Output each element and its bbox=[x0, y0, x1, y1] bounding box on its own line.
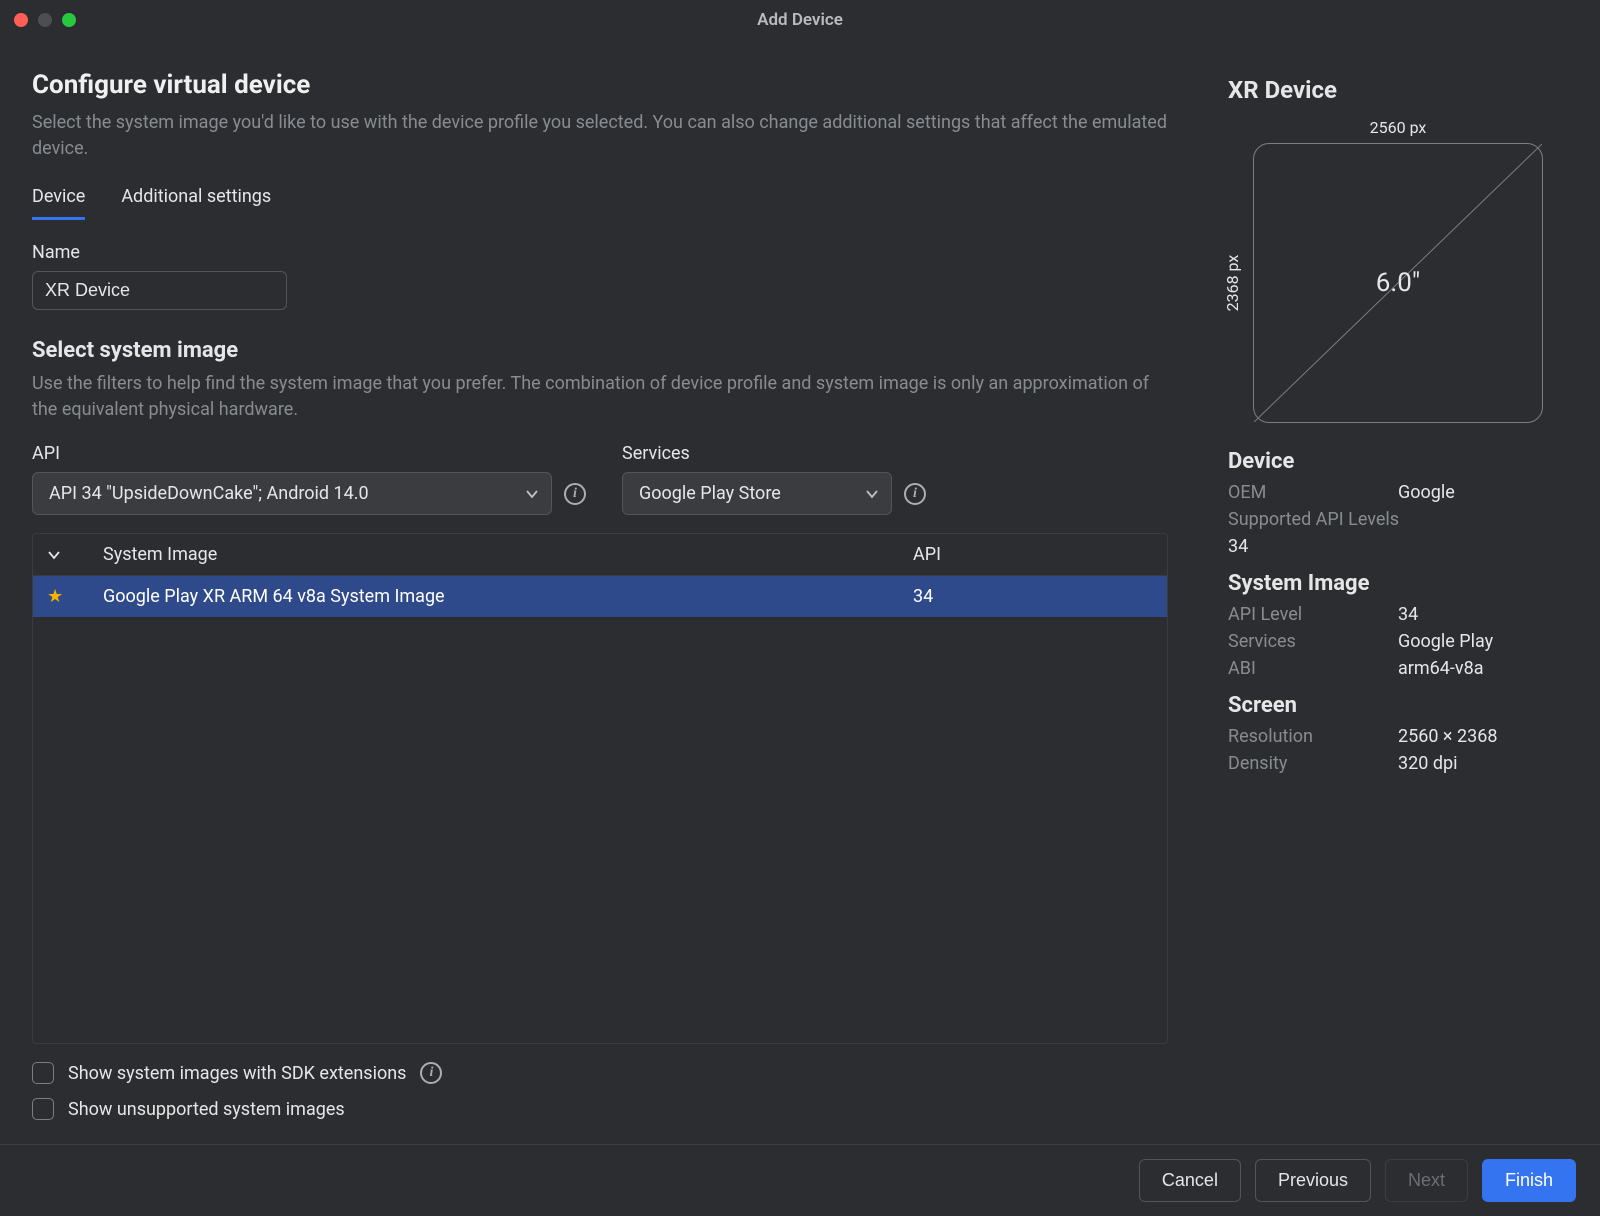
services-key: Services bbox=[1228, 631, 1398, 652]
previous-button[interactable]: Previous bbox=[1255, 1159, 1371, 1202]
screen-heading: Screen bbox=[1228, 693, 1568, 718]
finish-button[interactable]: Finish bbox=[1482, 1159, 1576, 1202]
name-label: Name bbox=[32, 242, 1168, 263]
titlebar: Add Device bbox=[0, 0, 1600, 40]
name-input[interactable] bbox=[32, 271, 287, 310]
services-filter-dropdown[interactable]: Google Play Store bbox=[622, 472, 892, 515]
side-title: XR Device bbox=[1228, 76, 1568, 104]
tabs: Device Additional settings bbox=[32, 186, 1168, 220]
table-header: System Image API bbox=[33, 534, 1167, 576]
system-image-table: System Image API ★ Google Play XR ARM 64… bbox=[32, 533, 1168, 1044]
oem-value: Google bbox=[1398, 482, 1568, 503]
supported-api-value: 34 bbox=[1228, 536, 1568, 557]
table-row[interactable]: ★ Google Play XR ARM 64 v8a System Image… bbox=[33, 576, 1167, 617]
close-window-icon[interactable] bbox=[14, 13, 28, 27]
window-title: Add Device bbox=[757, 10, 843, 30]
page-subtitle: Select the system image you'd like to us… bbox=[32, 110, 1168, 162]
device-heading: Device bbox=[1228, 449, 1568, 474]
api-level-value: 34 bbox=[1398, 604, 1568, 625]
info-icon[interactable]: i bbox=[904, 483, 926, 505]
preview-height-label: 2368 px bbox=[1223, 255, 1242, 312]
next-button: Next bbox=[1385, 1159, 1468, 1202]
zoom-window-icon[interactable] bbox=[62, 13, 76, 27]
services-value: Google Play bbox=[1398, 631, 1568, 652]
info-icon[interactable]: i bbox=[564, 483, 586, 505]
preview-diagonal: 6.0" bbox=[1376, 268, 1420, 298]
show-unsupported-checkbox[interactable] bbox=[32, 1098, 54, 1120]
col-api[interactable]: API bbox=[913, 544, 1153, 565]
traffic-lights bbox=[14, 13, 76, 27]
abi-key: ABI bbox=[1228, 658, 1398, 679]
api-filter-value: API 34 "UpsideDownCake"; Android 14.0 bbox=[49, 483, 369, 504]
row-name: Google Play XR ARM 64 v8a System Image bbox=[103, 586, 913, 607]
resolution-value: 2560 × 2368 bbox=[1398, 726, 1568, 747]
density-key: Density bbox=[1228, 753, 1398, 774]
chevron-down-icon bbox=[525, 487, 539, 501]
tab-device[interactable]: Device bbox=[32, 186, 85, 220]
oem-key: OEM bbox=[1228, 482, 1398, 503]
density-value: 320 dpi bbox=[1398, 753, 1568, 774]
cancel-button[interactable]: Cancel bbox=[1139, 1159, 1241, 1202]
info-icon[interactable]: i bbox=[420, 1062, 442, 1084]
minimize-window-icon bbox=[38, 13, 52, 27]
show-sdk-ext-label: Show system images with SDK extensions bbox=[68, 1063, 406, 1084]
system-image-title: Select system image bbox=[32, 338, 1168, 363]
footer: Cancel Previous Next Finish bbox=[0, 1144, 1600, 1216]
sysimg-heading: System Image bbox=[1228, 571, 1568, 596]
api-filter-label: API bbox=[32, 443, 586, 464]
abi-value: arm64-v8a bbox=[1398, 658, 1568, 679]
chevron-down-icon bbox=[865, 487, 879, 501]
page-title: Configure virtual device bbox=[32, 70, 1168, 100]
tab-additional-settings[interactable]: Additional settings bbox=[121, 186, 271, 220]
chevron-down-icon[interactable] bbox=[47, 548, 103, 562]
col-system-image[interactable]: System Image bbox=[103, 544, 913, 565]
api-filter-dropdown[interactable]: API 34 "UpsideDownCake"; Android 14.0 bbox=[32, 472, 552, 515]
services-filter-value: Google Play Store bbox=[639, 483, 781, 504]
resolution-key: Resolution bbox=[1228, 726, 1398, 747]
star-icon: ★ bbox=[47, 586, 103, 607]
services-filter-label: Services bbox=[622, 443, 926, 464]
row-api: 34 bbox=[913, 586, 1153, 607]
device-preview: 2368 px 6.0" bbox=[1253, 143, 1543, 423]
show-sdk-ext-checkbox[interactable] bbox=[32, 1062, 54, 1084]
system-image-subtitle: Use the filters to help find the system … bbox=[32, 371, 1168, 423]
preview-width-label: 2560 px bbox=[1228, 118, 1568, 137]
api-level-key: API Level bbox=[1228, 604, 1398, 625]
show-unsupported-label: Show unsupported system images bbox=[68, 1099, 345, 1120]
supported-api-key: Supported API Levels bbox=[1228, 509, 1568, 530]
